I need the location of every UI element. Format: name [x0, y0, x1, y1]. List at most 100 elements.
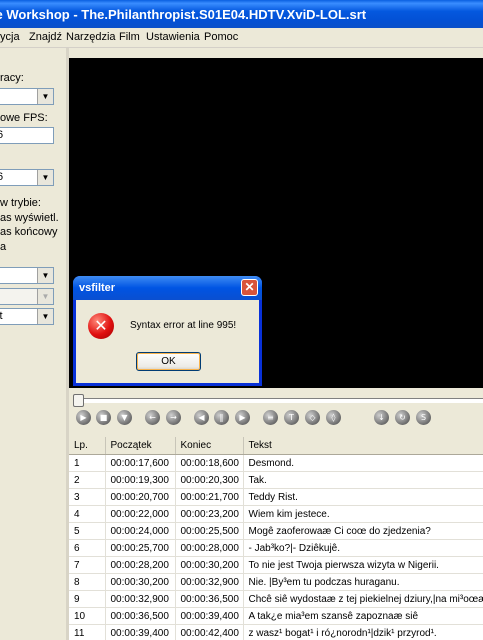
cell-start: 00:00:39,400 — [105, 624, 176, 640]
cell-text: To nie jest Twoja pierwsza wizyta w Nige… — [243, 556, 483, 574]
chevron-down-icon[interactable]: ▼ — [37, 268, 53, 283]
table-row[interactable]: 5 00:00:24,000 00:00:25,500 Mogê zaoferowaæ… — [69, 522, 483, 540]
col-header-end[interactable]: Koniec — [175, 437, 244, 455]
cell-text: Chcê siê wydostaæ z tej piekielnej dziur… — [243, 590, 483, 608]
chevron-down-icon[interactable]: ▼ — [37, 89, 53, 104]
cell-text: Mogê zaoferowaæ Ci coœ do zjedzenia? — [243, 522, 483, 540]
cell-end: 00:00:23,200 — [175, 505, 244, 523]
combo-fps-1[interactable]: 6 — [0, 127, 54, 144]
table-row[interactable]: 10 00:00:36,500 00:00:39,400 A tak¿e mia³em… — [69, 607, 483, 625]
playback-controls: ▶ ■ ▼ ← → ◀ ‖ ▶ ≡ T ◇ ◊ ↓ ↻ S — [70, 408, 483, 430]
menu-ustawienia[interactable]: Ustawienia — [146, 31, 200, 43]
cell-text: Desmond. — [243, 454, 483, 472]
table-row[interactable]: 2 00:00:19,300 00:00:20,300 Tak. — [69, 471, 483, 489]
cell-text: Wiem kim jestece. — [243, 505, 483, 523]
seek-bar[interactable] — [70, 393, 483, 407]
col-header-start[interactable]: Początek — [105, 437, 176, 455]
table-row[interactable]: 3 00:00:20,700 00:00:21,700 Teddy Rist. — [69, 488, 483, 506]
cell-lp: 5 — [69, 522, 106, 540]
cell-end: 00:00:30,200 — [175, 556, 244, 574]
text-icon[interactable]: T — [284, 410, 299, 425]
label-2: owe FPS: — [0, 112, 48, 124]
combo-fps-1-value: 6 — [0, 129, 4, 141]
cell-start: 00:00:25,700 — [105, 539, 176, 557]
combo-fps-2[interactable]: 6 ▼ — [0, 169, 54, 186]
cell-end: 00:00:20,300 — [175, 471, 244, 489]
cell-start: 00:00:17,600 — [105, 454, 176, 472]
mode-option-2[interactable]: as końcowy — [0, 226, 57, 238]
subtitle-icon[interactable]: ◇ — [305, 410, 320, 425]
menu-pomoc[interactable]: Pomoc — [204, 31, 238, 43]
table-row[interactable]: 6 00:00:25,700 00:00:28,000- Jab³ko?|- Dzi… — [69, 539, 483, 557]
cell-end: 00:00:39,400 — [175, 607, 244, 625]
cell-start: 00:00:22,000 — [105, 505, 176, 523]
cell-start: 00:00:19,300 — [105, 471, 176, 489]
pause-icon[interactable]: ‖ — [214, 410, 229, 425]
combo-5[interactable]: lt ▼ — [0, 308, 54, 325]
cell-lp: 9 — [69, 590, 106, 608]
table-row[interactable]: 7 00:00:28,200 00:00:30,200 To nie jest Two… — [69, 556, 483, 574]
combo-5-value: lt — [0, 310, 3, 322]
cell-start: 00:00:24,000 — [105, 522, 176, 540]
mark-icon[interactable]: ↓ — [374, 410, 389, 425]
cell-end: 00:00:25,500 — [175, 522, 244, 540]
cell-lp: 3 — [69, 488, 106, 506]
combo-3[interactable]: ▼ — [0, 267, 54, 284]
menu-film[interactable]: Film — [119, 31, 140, 43]
close-icon[interactable]: ✕ — [241, 279, 258, 296]
subtitle-grid[interactable]: Lp. Początek Koniec Tekst 1 00:00:17,600 0… — [69, 437, 483, 640]
grid-header: Lp. Początek Koniec Tekst — [69, 437, 483, 455]
chevron-down-icon: ▼ — [37, 289, 53, 304]
cell-end: 00:00:21,700 — [175, 488, 244, 506]
table-row[interactable]: 11 00:00:39,400 00:00:42,400 z wasz¹ bogat¹… — [69, 624, 483, 640]
play-icon[interactable]: ▶ — [76, 410, 91, 425]
chevron-down-icon[interactable]: ▼ — [37, 170, 53, 185]
fast-forward-icon[interactable]: ▶ — [235, 410, 250, 425]
menu-narzedzia[interactable]: Narzędzia — [66, 31, 116, 43]
list-icon[interactable]: ≡ — [263, 410, 278, 425]
cell-lp: 11 — [69, 624, 106, 640]
seek-thumb[interactable] — [73, 394, 84, 407]
rewind-icon[interactable]: ◀ — [194, 410, 209, 425]
table-row[interactable]: 4 00:00:22,000 00:00:23,200 Wiem kim jestec… — [69, 505, 483, 523]
sync-icon[interactable]: ↻ — [395, 410, 410, 425]
table-row[interactable]: 9 00:00:32,900 00:00:36,500 Chcê siê wydost… — [69, 590, 483, 608]
tag-icon[interactable]: ◊ — [326, 410, 341, 425]
cell-start: 00:00:30,200 — [105, 573, 176, 591]
table-row[interactable]: 8 00:00:30,200 00:00:32,900 Nie. |By³em tu … — [69, 573, 483, 591]
cell-end: 00:00:42,400 — [175, 624, 244, 640]
mode-option-3[interactable]: a — [0, 241, 6, 253]
cell-end: 00:00:28,000 — [175, 539, 244, 557]
ok-button[interactable]: OK — [136, 352, 201, 371]
cell-lp: 8 — [69, 573, 106, 591]
seek-track[interactable] — [78, 398, 483, 403]
cell-end: 00:00:32,900 — [175, 573, 244, 591]
stop-icon[interactable]: ■ — [96, 410, 111, 425]
cell-lp: 6 — [69, 539, 106, 557]
col-header-text[interactable]: Tekst — [243, 437, 483, 455]
s-icon[interactable]: S — [416, 410, 431, 425]
table-row[interactable]: 1 00:00:17,600 00:00:18,600 Desmond. — [69, 454, 483, 472]
menu-edycja[interactable]: ycja — [0, 31, 20, 43]
window-title: itle Workshop - The.Philanthropist.S01E0… — [0, 7, 367, 22]
cell-lp: 7 — [69, 556, 106, 574]
back-icon[interactable]: ← — [145, 410, 160, 425]
cell-lp: 4 — [69, 505, 106, 523]
dialog-title-bar: vsfilter ✕ — [73, 276, 262, 300]
mode-option-1[interactable]: as wyświetl. — [0, 212, 59, 224]
menu-znajdz[interactable]: Znajdź — [29, 31, 62, 43]
down-icon[interactable]: ▼ — [117, 410, 132, 425]
error-message: Syntax error at line 995! — [130, 320, 237, 331]
label-1: racy: — [0, 72, 24, 84]
cell-start: 00:00:36,500 — [105, 607, 176, 625]
cell-start: 00:00:20,700 — [105, 488, 176, 506]
cell-text: Teddy Rist. — [243, 488, 483, 506]
cell-start: 00:00:28,200 — [105, 556, 176, 574]
col-header-lp[interactable]: Lp. — [69, 437, 106, 455]
forward-icon[interactable]: → — [166, 410, 181, 425]
combo-1[interactable]: ▼ — [0, 88, 54, 105]
error-dialog: vsfilter ✕ ✕ Syntax error at line 995! O… — [73, 276, 262, 386]
cell-lp: 2 — [69, 471, 106, 489]
cell-text: Nie. |By³em tu podczas huraganu. — [243, 573, 483, 591]
chevron-down-icon[interactable]: ▼ — [37, 309, 53, 324]
